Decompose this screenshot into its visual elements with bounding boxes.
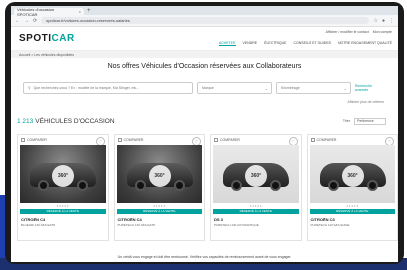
- compare-checkbox[interactable]: COMPARER: [115, 135, 205, 145]
- results-label: VÉHICULES D'OCCASION: [35, 117, 115, 125]
- vehicle-version: PURETECH 130 S&S EAT8: [117, 223, 155, 227]
- browser-tab-strip: Véhicules d'occasion SPOTICAR × +: [11, 6, 398, 17]
- vehicle-card[interactable]: COMPARER ♡ 360° • • • • • RÉSERVÉ À LA V…: [306, 134, 398, 241]
- vehicle-card-list: COMPARER ♡ 360° • • • • • RÉSERVÉ À LA V…: [17, 134, 398, 241]
- vehicle-card[interactable]: COMPARER ♡ 360° • • • • • RÉSERVÉ À LA V…: [17, 134, 109, 241]
- more-filters-link[interactable]: Afficher plus de critères: [11, 100, 384, 104]
- vehicle-photo[interactable]: 360°: [116, 145, 202, 203]
- view-360-icon[interactable]: 360°: [341, 165, 364, 187]
- nav-item-acheter[interactable]: ACHETER: [218, 41, 236, 46]
- compare-checkbox[interactable]: COMPARER: [308, 135, 398, 145]
- view-360-icon[interactable]: 360°: [245, 165, 267, 187]
- search-bar: ⚲ Que recherchez-vous ? Ex : modèle de l…: [23, 82, 398, 94]
- tab-title: Véhicules d'occasion SPOTICAR: [17, 6, 55, 17]
- browser-tab[interactable]: Véhicules d'occasion SPOTICAR ×: [14, 6, 84, 17]
- vehicle-card[interactable]: COMPARER ♡ 360° • • • • • RÉSERVÉ À LA V…: [113, 134, 205, 241]
- reload-icon[interactable]: ⟳: [33, 18, 37, 24]
- search-input[interactable]: ⚲ Que recherchez-vous ? Ex : modèle de l…: [23, 82, 193, 94]
- vehicle-model: DS 3: [214, 217, 223, 222]
- browser-toolbar: ← → ⟳ spoticar.fr/voitures-occasion-rese…: [11, 15, 398, 27]
- url-text: spoticar.fr/voitures-occasion-reservees-…: [46, 18, 130, 23]
- vehicle-version: BLUEHDI 130 S&S EAT8: [21, 223, 55, 227]
- star-icon[interactable]: ☆: [373, 18, 377, 24]
- vehicle-card[interactable]: COMPARER ♡ 360° • • • • • RÉSERVÉ À LA V…: [210, 134, 302, 241]
- results-count: 1 213: [17, 117, 34, 125]
- view-360-icon[interactable]: 360°: [52, 165, 74, 187]
- site-header: SPOTICAR Afficher / modifier le contact …: [11, 27, 398, 51]
- checkbox-icon: [117, 138, 122, 142]
- vehicle-photo[interactable]: 360°: [309, 145, 395, 203]
- main-nav: ACHETER VENDRE ÉLECTRIQUE CONSEILS ET GU…: [218, 41, 392, 46]
- vehicle-version: PURETECH 110 S&S SHINE: [310, 223, 350, 227]
- advanced-search-link[interactable]: Recherche avancée: [355, 84, 377, 92]
- forward-icon[interactable]: →: [24, 18, 29, 24]
- search-icon: ⚲: [28, 86, 31, 90]
- chevron-down-icon: ⌄: [343, 85, 347, 91]
- mileage-select[interactable]: Kilométrage ⌄: [276, 82, 351, 94]
- vehicle-model: CITROËN C4: [117, 217, 142, 222]
- nav-item-conseils[interactable]: CONSEILS ET GUIDES: [294, 41, 331, 46]
- browser-window: Véhicules d'occasion SPOTICAR × + ← → ⟳ …: [11, 6, 398, 262]
- vehicle-photo[interactable]: 360°: [20, 145, 106, 203]
- brand-select[interactable]: Marque ⌄: [197, 82, 272, 94]
- menu-icon[interactable]: ⋮: [389, 18, 394, 24]
- page-title: Nos offres Véhicules d'Occasion réservée…: [107, 63, 302, 70]
- vehicle-model: CITROËN C3: [310, 217, 335, 222]
- back-icon[interactable]: ←: [15, 18, 20, 24]
- nav-item-vendre[interactable]: VENDRE: [243, 41, 258, 46]
- account-link[interactable]: Mon compte: [373, 30, 392, 34]
- legal-note: Un crédit vous engage et doit être rembo…: [117, 255, 292, 259]
- header-top-links: Afficher / modifier le contact Mon compt…: [326, 30, 392, 34]
- contact-link[interactable]: Afficher / modifier le contact: [326, 30, 369, 34]
- address-bar[interactable]: spoticar.fr/voitures-occasion-reservees-…: [41, 17, 370, 24]
- compare-checkbox[interactable]: COMPARER: [18, 135, 108, 145]
- checkbox-icon: [214, 138, 218, 142]
- nav-item-engagement[interactable]: NOTRE ENGAGEMENT QUALITÉ: [338, 41, 392, 46]
- view-360-icon[interactable]: 360°: [148, 165, 171, 187]
- laptop-frame: Véhicules d'occasion SPOTICAR × + ← → ⟳ …: [5, 2, 404, 264]
- breadcrumb[interactable]: Accueil > Les véhicules disponibles: [11, 51, 398, 58]
- close-icon[interactable]: ×: [79, 9, 81, 14]
- profile-icon[interactable]: ●: [382, 18, 385, 24]
- chevron-down-icon: ⌄: [264, 85, 268, 91]
- sort-control: Trier Pertinence: [342, 117, 386, 125]
- vehicle-version: PURETECH 130 AUTOMATIQUE: [214, 223, 259, 227]
- sort-select[interactable]: Pertinence: [354, 117, 386, 125]
- results-header: 1 213 VÉHICULES D'OCCASION Trier Pertine…: [17, 116, 386, 126]
- spoticar-logo[interactable]: SPOTICAR: [19, 33, 75, 44]
- nav-item-electrique[interactable]: ÉLECTRIQUE: [264, 41, 286, 46]
- vehicle-model: CITROËN C4: [21, 217, 46, 222]
- checkbox-icon: [21, 138, 25, 142]
- checkbox-icon: [310, 138, 315, 142]
- compare-checkbox[interactable]: COMPARER: [211, 135, 301, 145]
- new-tab-icon[interactable]: +: [87, 8, 91, 15]
- sort-label: Trier: [342, 119, 350, 123]
- vehicle-photo[interactable]: 360°: [213, 145, 299, 203]
